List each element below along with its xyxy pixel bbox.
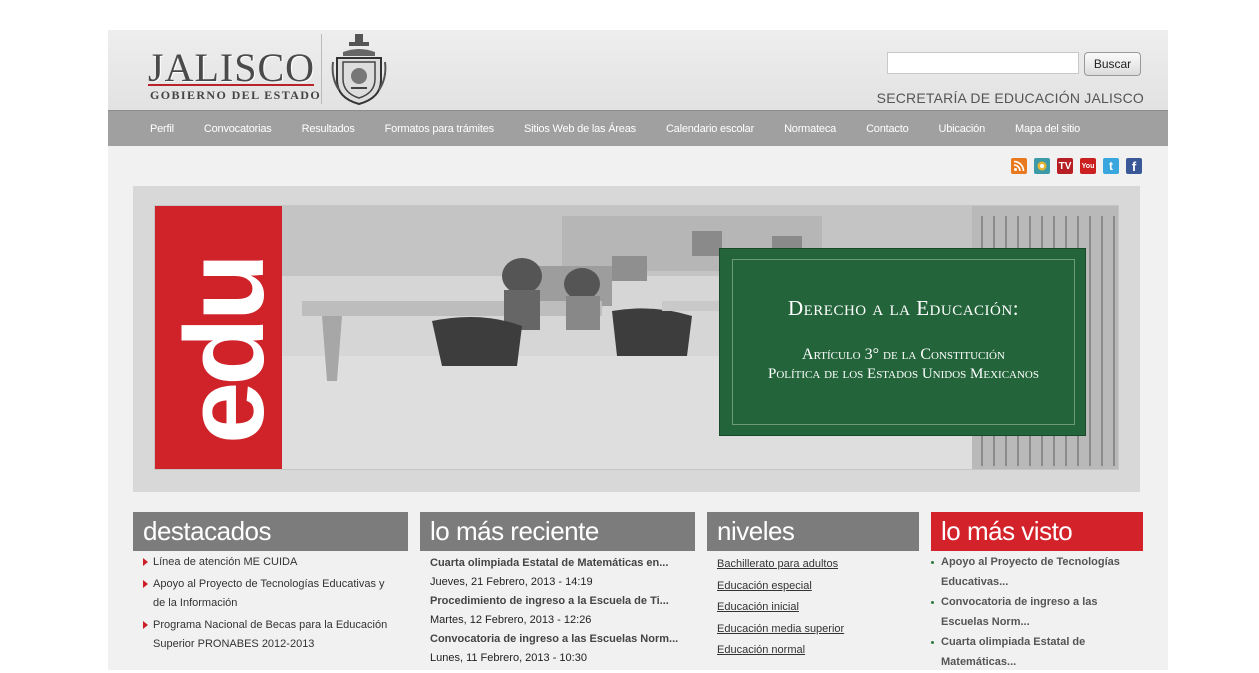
rss-icon[interactable] (1011, 158, 1027, 174)
reciente-heading: lo más reciente (420, 512, 695, 551)
nivel-link[interactable]: Educación normal (717, 640, 917, 662)
nav-item-mapa-sitio[interactable]: Mapa del sitio (1015, 123, 1080, 135)
destacados-list: Línea de atención ME CUIDA Apoyo al Proy… (141, 553, 391, 657)
panel-title: Derecho a la Educación: (787, 296, 1020, 320)
facebook-icon[interactable]: f (1126, 158, 1142, 174)
twitter-icon[interactable]: t (1103, 158, 1119, 174)
nav-item-ubicacion[interactable]: Ubicación (939, 123, 986, 135)
news-title[interactable]: Cuarta olimpiada Estatal de Matemáticas … (430, 554, 692, 573)
logo-subtitle: GOBIERNO DEL ESTADO (150, 88, 322, 102)
edu-logo-text: edu (162, 256, 282, 444)
nav-item-contacto[interactable]: Contacto (866, 123, 909, 135)
secretaria-title: SECRETARÍA DE EDUCACIÓN JALISCO (876, 90, 1144, 106)
edu-block: edu (155, 206, 282, 469)
nivel-link[interactable]: Educación media superior (717, 619, 917, 641)
nav-item-sitios-web[interactable]: Sitios Web de las Áreas (524, 123, 636, 135)
web-icon[interactable] (1034, 158, 1050, 174)
page-container: JALISCO GOBIERNO DEL ESTADO Buscar SECRE… (108, 30, 1168, 670)
nav-item-perfil[interactable]: Perfil (150, 123, 174, 135)
news-date: Jueves, 21 Febrero, 2013 - 14:19 (430, 576, 593, 588)
search-input[interactable] (887, 52, 1079, 74)
coat-of-arms-icon (331, 34, 387, 106)
tv-icon[interactable]: TV (1057, 158, 1073, 174)
social-icons: TV You t f (1011, 158, 1142, 174)
panel-line1: Artículo 3° de la Constitución (802, 346, 1005, 363)
banner-frame: edu Derecho a la Educación: Artículo 3° … (133, 186, 1140, 492)
nav-item-formatos[interactable]: Formatos para trámites (385, 123, 495, 135)
derecho-educacion-panel[interactable]: Derecho a la Educación: Artículo 3° de l… (719, 248, 1086, 436)
youtube-icon[interactable]: You (1080, 158, 1096, 174)
nivel-link[interactable]: Educación especial (717, 576, 917, 598)
logo-divider (321, 34, 322, 104)
list-item[interactable]: Cuarta olimpiada Estatal de Matemáticas.… (931, 633, 1136, 672)
list-item[interactable]: Línea de atención ME CUIDA (141, 553, 391, 572)
hero-banner[interactable]: edu Derecho a la Educación: Artículo 3° … (154, 205, 1119, 470)
nav-item-resultados[interactable]: Resultados (302, 123, 355, 135)
nav-item-convocatorias[interactable]: Convocatorias (204, 123, 272, 135)
list-item[interactable]: Programa Nacional de Becas para la Educa… (141, 616, 391, 654)
site-header: JALISCO GOBIERNO DEL ESTADO Buscar SECRE… (108, 30, 1168, 110)
news-title[interactable]: Procedimiento de ingreso a la Escuela de… (430, 592, 692, 611)
niveles-list: Bachillerato para adultos Educación espe… (717, 554, 917, 662)
nav-item-calendario[interactable]: Calendario escolar (666, 123, 754, 135)
main-nav: Perfil Convocatorias Resultados Formatos… (108, 110, 1168, 146)
nav-item-normateca[interactable]: Normateca (784, 123, 836, 135)
niveles-heading: niveles (707, 512, 919, 551)
destacados-heading: destacados (133, 512, 408, 551)
list-item[interactable]: Convocatoria de ingreso a las Escuelas N… (931, 593, 1136, 632)
list-item[interactable]: Apoyo al Proyecto de Tecnologías Educati… (931, 553, 1136, 592)
visto-heading: lo más visto (931, 512, 1143, 551)
list-item[interactable]: Apoyo al Proyecto de Tecnologías Educati… (141, 575, 391, 613)
search-button[interactable]: Buscar (1084, 52, 1141, 76)
news-date: Lunes, 11 Febrero, 2013 - 10:30 (430, 652, 587, 664)
news-title[interactable]: Convocatoria de ingreso a las Escuelas N… (430, 630, 692, 649)
visto-list: Apoyo al Proyecto de Tecnologías Educati… (931, 553, 1136, 673)
news-date: Martes, 12 Febrero, 2013 - 12:26 (430, 614, 592, 626)
nivel-link[interactable]: Educación inicial (717, 597, 917, 619)
reciente-list: Cuarta olimpiada Estatal de Matemáticas … (430, 554, 692, 668)
nivel-link[interactable]: Bachillerato para adultos (717, 554, 917, 576)
panel-line2: Política de los Estados Unidos Mexicanos (768, 366, 1039, 382)
panel-border: Derecho a la Educación: Artículo 3° de l… (732, 259, 1075, 425)
logo-underline (148, 84, 314, 86)
